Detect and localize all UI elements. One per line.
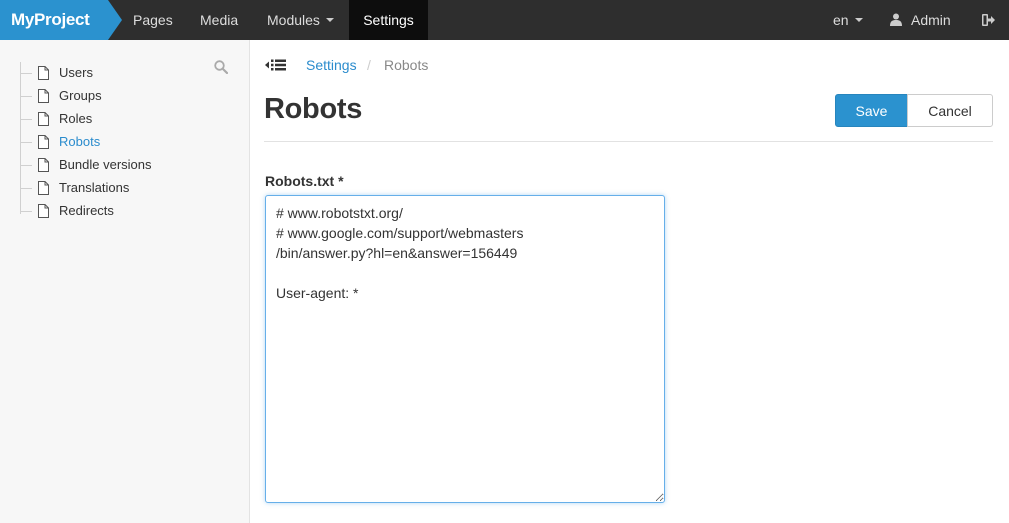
sidebar-item-redirects[interactable]: Redirects: [20, 200, 220, 222]
nav-modules-label: Modules: [267, 12, 320, 28]
sidebar-item-label: Groups: [59, 88, 102, 103]
nav-modules[interactable]: Modules: [267, 0, 334, 40]
logout-button[interactable]: [982, 0, 995, 40]
tree-branch: [20, 165, 32, 166]
file-icon: [38, 158, 49, 172]
file-icon: [38, 181, 49, 195]
file-icon: [38, 66, 49, 80]
top-navbar: MyProject Pages Media Modules Settings e…: [0, 0, 1009, 40]
file-icon: [38, 135, 49, 149]
tree-branch: [20, 188, 32, 189]
sidebar-item-label: Roles: [59, 111, 93, 126]
breadcrumb-current: Robots: [384, 57, 429, 73]
brand-name: MyProject: [11, 10, 90, 29]
header-divider: [264, 141, 993, 142]
tree-branch: [20, 211, 32, 212]
nav-media[interactable]: Media: [200, 0, 238, 40]
sidebar-item-groups[interactable]: Groups: [20, 85, 220, 107]
settings-sidebar: Users Groups Roles Robots Bundle version…: [0, 40, 250, 523]
language-dropdown[interactable]: en: [833, 0, 863, 40]
nav-pages-label: Pages: [133, 12, 173, 28]
logout-icon: [982, 13, 995, 26]
file-icon: [38, 204, 49, 218]
nav-settings[interactable]: Settings: [349, 0, 428, 40]
breadcrumb-separator: /: [367, 57, 371, 73]
sidebar-item-label: Translations: [59, 180, 130, 195]
sidebar-item-robots[interactable]: Robots: [20, 131, 220, 153]
sidebar-item-label: Redirects: [59, 203, 114, 218]
chevron-down-icon: [325, 18, 334, 23]
chevron-down-icon: [854, 18, 863, 23]
cancel-button[interactable]: Cancel: [907, 94, 993, 127]
file-icon: [38, 89, 49, 103]
nav-media-label: Media: [200, 12, 239, 28]
breadcrumb-settings[interactable]: Settings: [306, 57, 357, 73]
tree-branch: [20, 142, 32, 143]
user-name: Admin: [911, 12, 951, 28]
file-icon: [38, 112, 49, 126]
user-icon: [890, 13, 902, 27]
robots-txt-textarea[interactable]: # www.robotstxt.org/ # www.google.com/su…: [265, 195, 665, 503]
brand-logo[interactable]: MyProject: [0, 0, 122, 40]
language-label: en: [833, 12, 849, 28]
tree-branch: [20, 119, 32, 120]
tree-branch: [20, 96, 32, 97]
robots-txt-label: Robots.txt *: [265, 173, 344, 189]
tree-branch: [20, 73, 32, 74]
nav-settings-label: Settings: [363, 12, 414, 28]
sidebar-item-roles[interactable]: Roles: [20, 108, 220, 130]
user-menu[interactable]: Admin: [890, 0, 951, 40]
nav-pages[interactable]: Pages: [133, 0, 173, 40]
sidebar-item-label: Bundle versions: [59, 157, 152, 172]
sidebar-toggle-icon[interactable]: [265, 58, 287, 76]
sidebar-item-bundle-versions[interactable]: Bundle versions: [20, 154, 220, 176]
save-button[interactable]: Save: [835, 94, 908, 127]
page-title: Robots: [264, 93, 363, 125]
sidebar-item-translations[interactable]: Translations: [20, 177, 220, 199]
sidebar-item-label: Users: [59, 65, 93, 80]
sidebar-item-label: Robots: [59, 134, 101, 149]
sidebar-item-users[interactable]: Users: [20, 62, 220, 84]
